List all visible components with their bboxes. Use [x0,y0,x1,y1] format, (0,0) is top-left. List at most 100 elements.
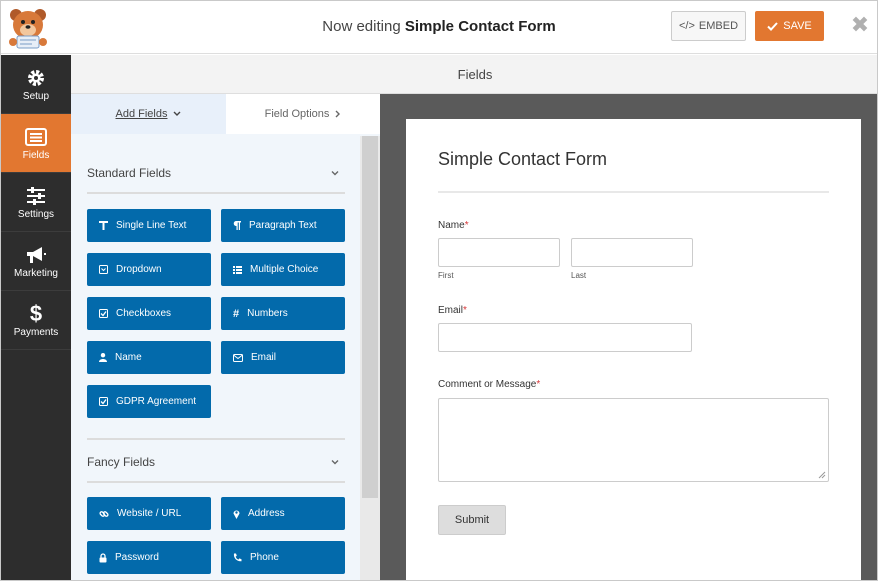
field-button-label: Checkboxes [116,308,172,319]
required-asterisk: * [536,379,541,390]
email-label-text: Email [438,305,464,316]
sidebar-item-label: Setup [22,90,50,102]
tab-add-fields[interactable]: Add Fields [71,94,226,134]
section-divider [87,192,345,194]
field-button-phone[interactable]: Phone [221,541,345,574]
megaphone-icon [24,244,48,266]
sidebar: Setup Fields Settings Marketing $ Paymen… [1,55,71,580]
field-button-label: Address [248,508,285,519]
field-button-paragraph-text[interactable]: Paragraph Text [221,209,345,242]
hash-icon: # [233,307,240,320]
section-divider [87,481,345,483]
save-button[interactable]: SAVE [755,11,824,41]
field-button-label: Name [115,352,142,363]
name-label-text: Name [438,220,465,231]
dropdown-icon [99,265,108,274]
sidebar-item-payments[interactable]: $ Payments [1,291,71,350]
section-divider [87,438,345,440]
phone-icon [233,553,242,562]
sidebar-item-label: Marketing [14,267,58,279]
tab-label: Add Fields [115,108,168,120]
user-icon [99,353,107,362]
comment-label-text: Comment or Message [438,379,537,390]
field-button-label: Paragraph Text [249,220,317,231]
resize-handle-icon[interactable] [818,471,826,479]
field-button-label: Single Line Text [116,220,187,231]
fields-list-icon [24,126,48,148]
sidebar-item-settings[interactable]: Settings [1,173,71,232]
dollar-icon: $ [29,300,43,326]
panel-scrollbar-thumb[interactable] [362,136,378,498]
field-button-label: Numbers [247,308,288,319]
panel-tabs: Add Fields Field Options [71,94,380,134]
field-button-multiple-choice[interactable]: Multiple Choice [221,253,345,286]
tab-label: Field Options [264,108,330,120]
field-button-label: Email [251,352,277,363]
field-button-address[interactable]: Address [221,497,345,530]
email-input[interactable] [438,323,692,352]
text-icon [99,221,108,230]
email-field-label[interactable]: Email* [438,305,467,316]
sidebar-item-fields[interactable]: Fields [1,114,71,173]
code-icon: </> [678,20,695,32]
required-asterisk: * [463,305,467,316]
field-button-gdpr-agreement[interactable]: GDPR Agreement [87,385,211,418]
field-button-label: Dropdown [116,264,162,275]
form-preview-card: Simple Contact Form Name* First Last Ema… [406,119,861,580]
field-button-numbers[interactable]: # Numbers [221,297,345,330]
field-button-label: Multiple Choice [250,264,319,275]
last-name-sublabel: Last [571,271,587,280]
paragraph-icon [233,221,241,230]
chevron-down-icon[interactable] [329,167,341,179]
checkbox-icon [99,309,108,318]
field-button-label: Phone [250,552,279,563]
submit-button[interactable]: Submit [438,505,506,535]
top-bar: Now editing Simple Contact Form </> EMBE… [1,1,877,54]
required-asterisk: * [464,220,469,231]
first-name-sublabel: First [438,271,454,280]
field-button-website-url[interactable]: Website / URL [87,497,211,530]
field-button-name[interactable]: Name [87,341,211,374]
list-icon [233,265,242,274]
form-title-divider [438,191,829,193]
field-button-single-line-text[interactable]: Single Line Text [87,209,211,242]
name-field-label[interactable]: Name* [438,220,469,231]
first-name-input[interactable] [438,238,560,267]
standard-fields-title[interactable]: Standard Fields [87,166,171,180]
link-icon [99,510,109,517]
sidebar-item-setup[interactable]: Setup [1,55,71,114]
form-title[interactable]: Simple Contact Form [438,149,607,170]
title-form-name: Simple Contact Form [404,18,556,35]
field-button-label: Website / URL [117,508,182,519]
chevron-right-icon [335,110,341,118]
field-button-label: Password [115,552,159,563]
sidebar-item-label: Fields [22,149,50,161]
field-button-checkboxes[interactable]: Checkboxes [87,297,211,330]
embed-button[interactable]: </> EMBED [671,11,746,41]
save-label: SAVE [783,20,812,32]
field-button-dropdown[interactable]: Dropdown [87,253,211,286]
field-button-label: GDPR Agreement [116,396,197,407]
sidebar-item-label: Settings [17,208,55,220]
chevron-down-icon [173,111,181,116]
fancy-fields-title[interactable]: Fancy Fields [87,455,155,469]
embed-label: EMBED [698,20,739,32]
checkbox-icon [99,397,108,406]
fields-title: Fields [457,67,493,82]
field-button-password[interactable]: Password [87,541,211,574]
checkmark-icon [767,21,778,31]
chevron-down-icon[interactable] [329,456,341,468]
lock-icon [99,552,107,562]
last-name-input[interactable] [571,238,693,267]
sidebar-item-label: Payments [13,326,59,338]
field-button-email[interactable]: Email [221,341,345,374]
comment-field-label[interactable]: Comment or Message* [438,379,540,390]
form-builder-window: Now editing Simple Contact Form </> EMBE… [0,0,878,581]
comment-textarea[interactable] [438,398,829,482]
sliders-icon [24,185,48,207]
map-marker-icon [233,510,240,519]
close-icon[interactable]: ✖ [849,14,871,36]
sidebar-item-marketing[interactable]: Marketing [1,232,71,291]
fields-panel: Add Fields Field Options Standard Fields… [71,94,380,580]
tab-field-options[interactable]: Field Options [226,94,380,134]
